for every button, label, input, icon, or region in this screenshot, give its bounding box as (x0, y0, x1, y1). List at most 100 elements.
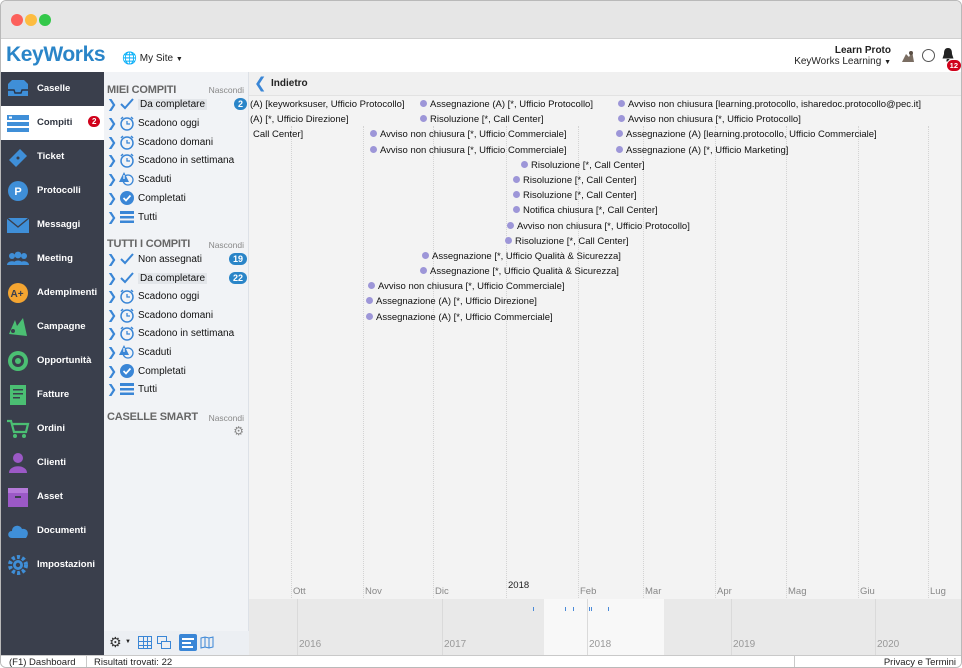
sidebar-item-protocolli[interactable]: P Protocolli (1, 174, 104, 208)
timeline-event[interactable]: Assegnazione (A) [learning.protocollo, U… (616, 129, 877, 140)
minimize-window-button[interactable] (25, 14, 37, 26)
sidebar-item-ordini[interactable]: Ordini (1, 412, 104, 446)
sidebar-item-caselle[interactable]: Caselle (1, 72, 104, 106)
all-tasks-filter-scaduti[interactable]: ❯ Scaduti (107, 344, 247, 362)
title-bar (1, 1, 961, 39)
overview-year-label: 2017 (444, 639, 467, 650)
cards-view-icon[interactable] (157, 636, 172, 650)
timeline-event[interactable]: Avviso non chiusura [learning.protocollo… (618, 99, 921, 110)
timeline-event[interactable]: Risoluzione [*, Call Center] (420, 114, 544, 125)
smart-boxes-gear-icon[interactable]: ⚙ (233, 424, 244, 438)
sidebar-item-messaggi[interactable]: Messaggi (1, 208, 104, 242)
chevron-left-icon[interactable]: ❮ (254, 74, 267, 92)
map-view-icon[interactable] (200, 636, 214, 649)
list-icon (119, 209, 135, 225)
chevron-right-icon[interactable]: ❯ (107, 382, 117, 396)
my-tasks-filter-tutti[interactable]: ❯ Tutti (107, 209, 247, 227)
all-tasks-filter-completati[interactable]: ❯ Completati (107, 363, 247, 381)
chevron-right-icon[interactable]: ❯ (107, 153, 117, 167)
all-tasks-filter-scadono-domani[interactable]: ❯ Scadono domani (107, 307, 247, 325)
sidebar-item-compiti[interactable]: Compiti 2 (1, 106, 104, 140)
sidebar-item-meeting[interactable]: Meeting (1, 242, 104, 276)
chevron-right-icon[interactable]: ❯ (107, 191, 117, 205)
my-tasks-filter-da-completare[interactable]: ❯ Da completare 2 (107, 96, 247, 114)
sidebar-item-clienti[interactable]: Clienti (1, 446, 104, 480)
all-tasks-filter-da-completare[interactable]: ❯ Da completare 22 (107, 270, 247, 288)
my-tasks-filter-completati[interactable]: ❯ Completati (107, 190, 247, 208)
privacy-link[interactable]: Privacy e Termini (884, 657, 956, 667)
timeline-event[interactable]: Avviso non chiusura [*, Ufficio Protocol… (507, 221, 690, 232)
sidebar-item-documenti[interactable]: Documenti (1, 514, 104, 548)
all-tasks-filter-scadono-in-settimana[interactable]: ❯ Scadono in settimana (107, 325, 247, 343)
avatar[interactable] (900, 48, 916, 64)
event-label: Assegnazione [*, Ufficio Qualità & Sicur… (432, 251, 621, 262)
timeline-event[interactable]: Assegnazione [*, Ufficio Qualità & Sicur… (420, 266, 619, 277)
chevron-right-icon[interactable]: ❯ (107, 364, 117, 378)
sidebar-item-campagne[interactable]: Campagne (1, 310, 104, 344)
all-tasks-filter-non-assegnati[interactable]: ❯ Non assegnati 19 (107, 251, 247, 269)
timeline-event[interactable]: (A) [keyworksuser, Ufficio Protocollo] (250, 99, 405, 110)
timeline-event[interactable]: Risoluzione [*, Call Center] (521, 160, 645, 171)
close-window-button[interactable] (11, 14, 23, 26)
sidebar-item-adempimenti[interactable]: A+ Adempimenti (1, 276, 104, 310)
timeline-event[interactable]: Assegnazione [*, Ufficio Qualità & Sicur… (422, 251, 621, 262)
timeline-event[interactable]: Assegnazione (A) [*, Ufficio Protocollo] (420, 99, 593, 110)
timeline-view-icon[interactable] (179, 634, 197, 651)
timeline-event[interactable]: Assegnazione (A) [*, Ufficio Direzione] (366, 296, 537, 307)
my-tasks-hide-link[interactable]: Nascondi (209, 85, 244, 95)
chevron-right-icon[interactable]: ❯ (107, 210, 117, 224)
back-link[interactable]: Indietro (271, 78, 308, 89)
all-tasks-filter-tutti[interactable]: ❯ Tutti (107, 381, 247, 399)
site-selector[interactable]: 🌐 My Site ▼ (122, 51, 183, 65)
timeline-event[interactable]: Avviso non chiusura [*, Ufficio Commerci… (368, 281, 565, 292)
my-tasks-filter-scadono-in-settimana[interactable]: ❯ Scadono in settimana (107, 152, 247, 170)
chevron-right-icon[interactable]: ❯ (107, 345, 117, 359)
all-tasks-filter-scadono-oggi[interactable]: ❯ Scadono oggi (107, 288, 247, 306)
overview-event-tick (608, 607, 609, 611)
chevron-right-icon[interactable]: ❯ (107, 289, 117, 303)
timeline-event[interactable]: Risoluzione [*, Call Center] (505, 236, 629, 247)
dashboard-shortcut[interactable]: (F1) Dashboard (9, 657, 76, 667)
sidebar-item-ticket[interactable]: Ticket (1, 140, 104, 174)
timeline-area[interactable]: Ott Nov Dic Feb Mar Apr Mag Giu Lug 2018 (A) [keyw… (249, 96, 961, 622)
timeline-event[interactable]: Call Center] (253, 129, 303, 140)
timeline-event[interactable]: Risoluzione [*, Call Center] (513, 190, 637, 201)
chevron-right-icon[interactable]: ❯ (107, 326, 117, 340)
chevron-right-icon[interactable]: ❯ (107, 271, 117, 285)
event-dot-icon (513, 191, 520, 198)
sidebar-item-asset[interactable]: Asset (1, 480, 104, 514)
grid-view-icon[interactable] (138, 636, 152, 649)
timeline-event[interactable]: Risoluzione [*, Call Center] (513, 175, 637, 186)
chevron-right-icon[interactable]: ❯ (107, 172, 117, 186)
timeline-event[interactable]: Avviso non chiusura [*, Ufficio Commerci… (370, 145, 567, 156)
chevron-right-icon[interactable]: ❯ (107, 97, 117, 111)
settings-gear-icon[interactable]: ⚙ (109, 634, 122, 651)
timeline-event[interactable]: Notifica chiusura [*, Call Center] (513, 205, 658, 216)
chevron-right-icon[interactable]: ❯ (107, 308, 117, 322)
caret-down-icon[interactable]: ▼ (125, 639, 131, 645)
smart-boxes-hide-link[interactable]: Nascondi (209, 413, 244, 423)
my-tasks-filter-scadono-oggi[interactable]: ❯ Scadono oggi (107, 115, 247, 133)
timeline-event[interactable]: Avviso non chiusura [*, Ufficio Protocol… (618, 114, 801, 125)
my-tasks-filter-scadono-domani[interactable]: ❯ Scadono domani (107, 134, 247, 152)
user-menu[interactable]: Learn Proto KeyWorks Learning ▼ (794, 45, 891, 68)
my-tasks-filter-scaduti[interactable]: ❯ Scaduti (107, 171, 247, 189)
sidebar-item-opportunit[interactable]: Opportunità (1, 344, 104, 378)
month-label: Apr (717, 586, 732, 597)
chevron-right-icon[interactable]: ❯ (107, 116, 117, 130)
chevron-right-icon[interactable]: ❯ (107, 135, 117, 149)
app-logo[interactable]: KeyWorks (6, 43, 106, 67)
status-circle-icon[interactable] (922, 49, 935, 62)
timeline-overview[interactable]: 2016 2017 2018 2019 2020 (249, 599, 961, 655)
sidebar-item-fatture[interactable]: Fatture (1, 378, 104, 412)
zoom-window-button[interactable] (39, 14, 51, 26)
timeline-event[interactable]: Assegnazione (A) [*, Ufficio Marketing] (616, 145, 788, 156)
timeline-event[interactable]: (A) [*, Ufficio Direzione] (250, 114, 349, 125)
all-tasks-hide-link[interactable]: Nascondi (209, 240, 244, 250)
event-dot-icon (513, 176, 520, 183)
timeline-event[interactable]: Assegnazione (A) [*, Ufficio Commerciale… (366, 312, 553, 323)
chevron-right-icon[interactable]: ❯ (107, 252, 117, 266)
timeline-event[interactable]: Avviso non chiusura [*, Ufficio Commerci… (370, 129, 567, 140)
gear-icon (6, 554, 30, 576)
sidebar-item-impostazioni[interactable]: Impostazioni (1, 548, 104, 582)
